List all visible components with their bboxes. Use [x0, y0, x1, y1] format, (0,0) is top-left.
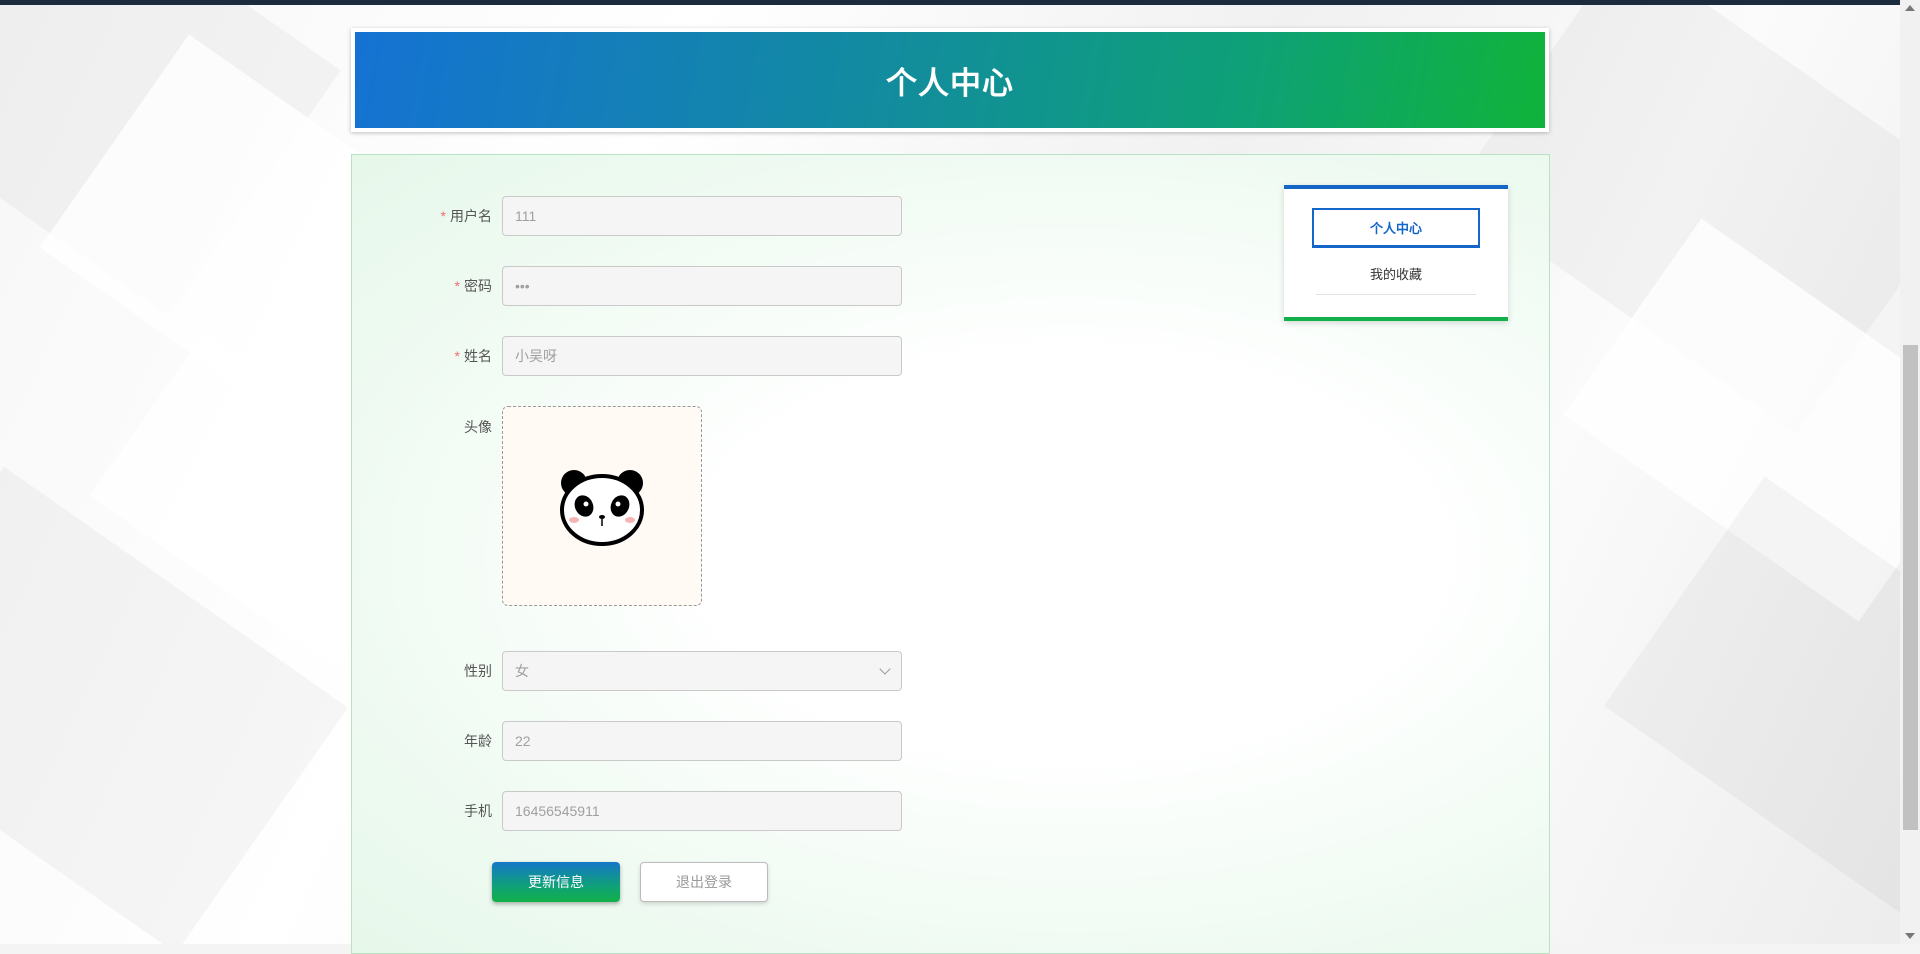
age-label: 年龄 [464, 733, 492, 749]
top-strip [0, 0, 1900, 5]
logout-button[interactable]: 退出登录 [640, 862, 768, 902]
scroll-down-arrow-icon[interactable] [1905, 933, 1915, 939]
avatar-upload[interactable] [502, 406, 702, 606]
phone-input[interactable]: 16456545911 [502, 791, 902, 831]
avatar-label: 头像 [464, 419, 492, 435]
page-header-banner: 个人中心 [351, 28, 1549, 132]
chevron-down-icon [879, 663, 891, 675]
panda-avatar-icon [560, 470, 644, 546]
scrollbar-thumb[interactable] [1903, 345, 1918, 830]
update-info-button[interactable]: 更新信息 [492, 862, 620, 902]
gender-label: 性别 [464, 663, 492, 679]
page-title: 个人中心 [886, 65, 1014, 101]
username-label: * 用户名 [440, 208, 492, 224]
gender-select[interactable]: 女 [502, 651, 902, 691]
side-menu-item-favorites[interactable]: 我的收藏 [1316, 253, 1476, 295]
vertical-scrollbar[interactable] [1900, 0, 1920, 944]
password-input[interactable]: ••• [502, 266, 902, 306]
name-label: * 姓名 [454, 348, 492, 364]
phone-label: 手机 [464, 803, 492, 819]
scroll-up-arrow-icon[interactable] [1905, 5, 1915, 11]
password-label: * 密码 [454, 278, 492, 294]
side-menu: 个人中心 我的收藏 [1284, 185, 1508, 321]
name-input[interactable]: 小吴呀 [502, 336, 902, 376]
username-input[interactable]: 111 [502, 196, 902, 236]
age-input[interactable]: 22 [502, 721, 902, 761]
side-menu-item-profile[interactable]: 个人中心 [1312, 208, 1480, 248]
